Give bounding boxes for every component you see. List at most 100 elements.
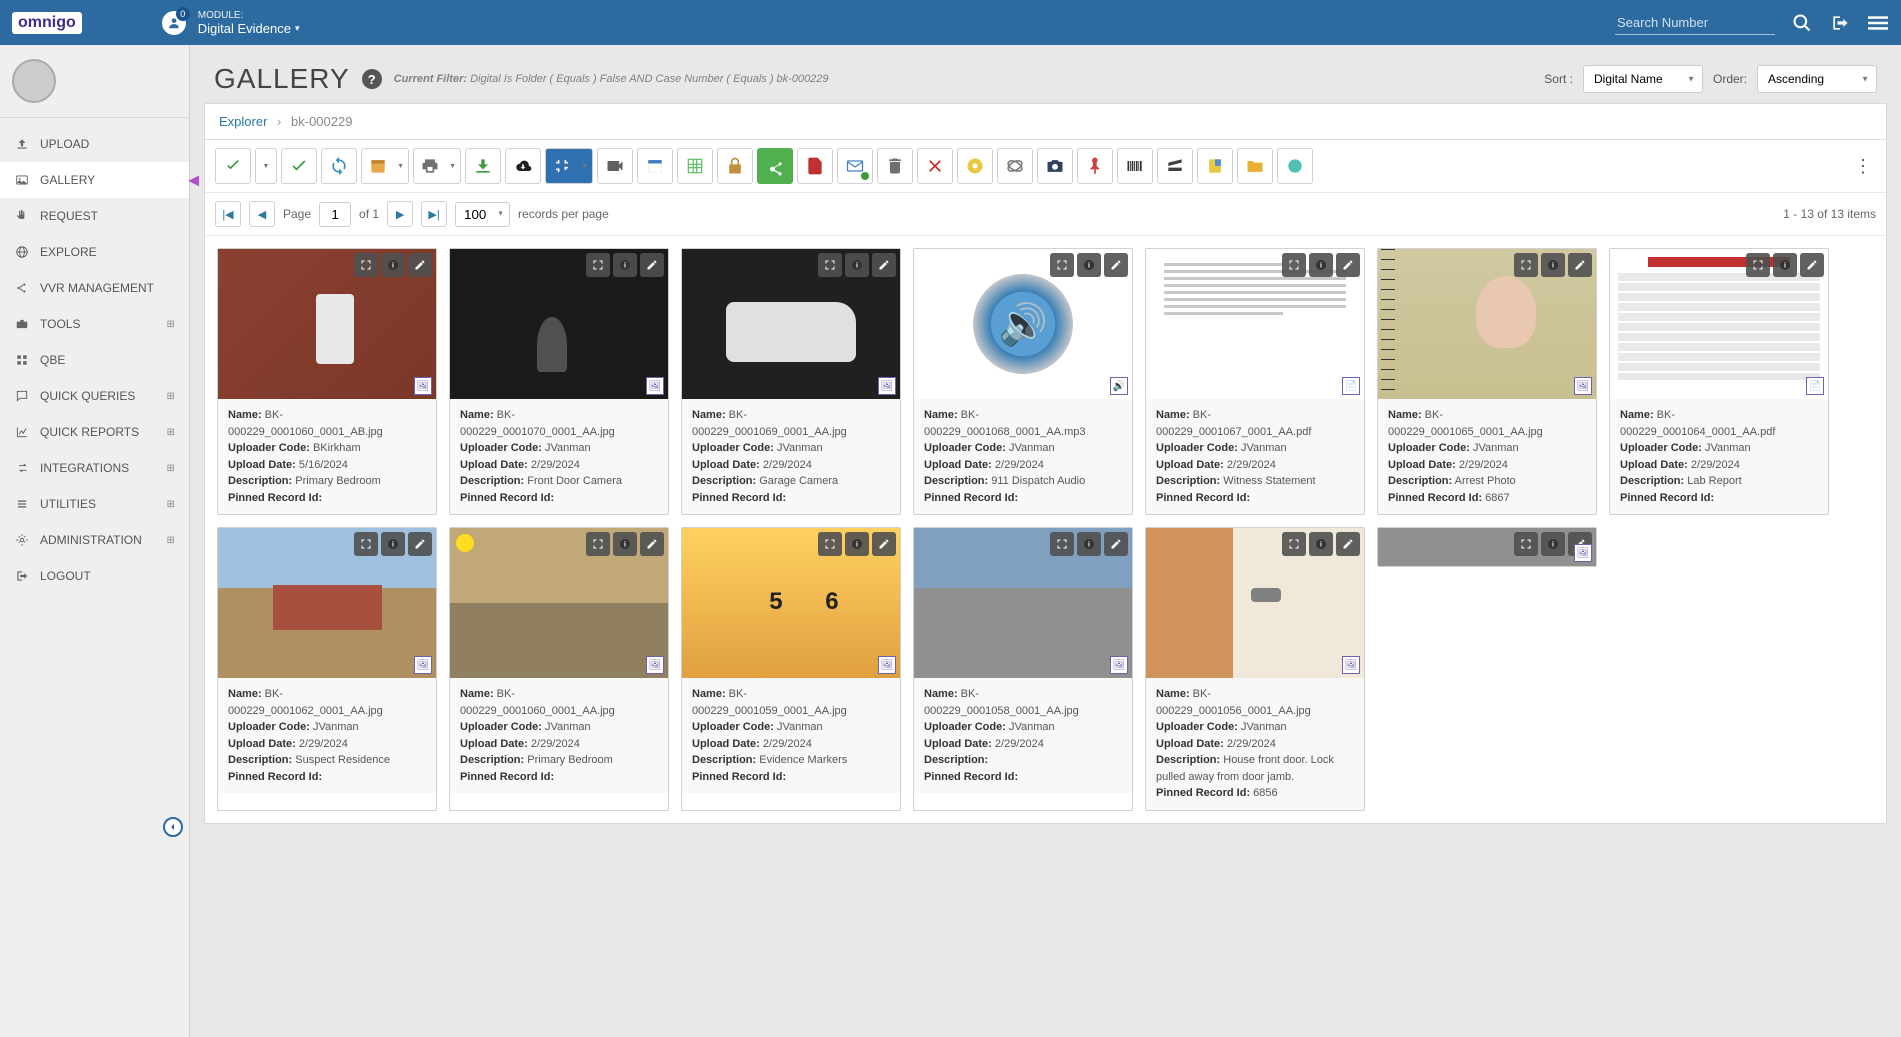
sidebar-item-tools[interactable]: TOOLS ⊞ (0, 306, 189, 342)
card-thumbnail[interactable]: i 🖼 (218, 249, 436, 399)
order-select[interactable]: Ascending (1757, 65, 1877, 93)
edit-icon[interactable] (1104, 253, 1128, 277)
sidebar-item-quick-reports[interactable]: QUICK REPORTS ⊞ (0, 414, 189, 450)
card-thumbnail[interactable]: i 🖼 (450, 528, 668, 678)
link-button[interactable] (997, 148, 1033, 184)
pin-button[interactable] (1077, 148, 1113, 184)
search-icon[interactable] (1791, 12, 1813, 34)
compress-button[interactable] (545, 148, 593, 184)
gallery-card[interactable]: i 📄 Name: BK-000229_0001067_0001_AA.pdf … (1145, 248, 1365, 515)
pager-prev[interactable]: ◀ (249, 201, 275, 227)
sidebar-item-utilities[interactable]: UTILITIES ⊞ (0, 486, 189, 522)
pager-last[interactable]: ▶| (421, 201, 447, 227)
card-thumbnail[interactable]: i 📄 (1146, 249, 1364, 399)
sidebar-item-integrations[interactable]: INTEGRATIONS ⊞ (0, 450, 189, 486)
fullscreen-icon[interactable] (1282, 532, 1306, 556)
edit-icon[interactable] (1336, 532, 1360, 556)
lock-button[interactable] (717, 148, 753, 184)
info-icon[interactable]: i (1077, 253, 1101, 277)
download-button[interactable] (465, 148, 501, 184)
gallery-card[interactable]: i 🖼 Name: BK-000229_0001056_0001_AA.jpg … (1145, 527, 1365, 811)
check-outline-button[interactable] (281, 148, 317, 184)
folder-button[interactable] (1237, 148, 1273, 184)
pager-first[interactable]: |◀ (215, 201, 241, 227)
pagesize-select[interactable]: 100 (455, 202, 510, 227)
sidebar-item-quick-queries[interactable]: QUICK QUERIES ⊞ (0, 378, 189, 414)
card-thumbnail[interactable]: 🔊 i 🔊 (914, 249, 1132, 399)
card-thumbnail[interactable]: i 🖼 (682, 249, 900, 399)
fullscreen-icon[interactable] (1050, 253, 1074, 277)
edit-icon[interactable] (1800, 253, 1824, 277)
fullscreen-icon[interactable] (818, 532, 842, 556)
card-thumbnail[interactable]: i 📄 (1610, 249, 1828, 399)
card-thumbnail[interactable]: i 🖼 (914, 528, 1132, 678)
card-thumbnail[interactable]: i 🖼 (1378, 249, 1596, 399)
info-icon[interactable]: i (1773, 253, 1797, 277)
sidebar-item-vvr-management[interactable]: VVR MANAGEMENT (0, 270, 189, 306)
pager-next[interactable]: ▶ (387, 201, 413, 227)
info-icon[interactable]: i (845, 253, 869, 277)
camera-photo-button[interactable] (1037, 148, 1073, 184)
scanner-button[interactable] (1157, 148, 1193, 184)
info-icon[interactable]: i (613, 532, 637, 556)
calendar-alt-button[interactable] (637, 148, 673, 184)
avatar[interactable] (12, 59, 56, 103)
info-icon[interactable]: i (381, 253, 405, 277)
edit-icon[interactable] (408, 253, 432, 277)
disc-button[interactable] (957, 148, 993, 184)
sidebar-item-administration[interactable]: ADMINISTRATION ⊞ (0, 522, 189, 558)
card-thumbnail[interactable]: i 🖼 (1378, 528, 1596, 566)
info-icon[interactable]: i (1309, 253, 1333, 277)
sidebar-item-upload[interactable]: UPLOAD (0, 126, 189, 162)
edit-icon[interactable] (1336, 253, 1360, 277)
fullscreen-icon[interactable] (1746, 253, 1770, 277)
edit-icon[interactable] (872, 532, 896, 556)
logout-icon[interactable] (1829, 12, 1851, 34)
circle-button[interactable] (1277, 148, 1313, 184)
gallery-card[interactable]: i 📄 Name: BK-000229_0001064_0001_AA.pdf … (1609, 248, 1829, 515)
breadcrumb-root[interactable]: Explorer (219, 114, 267, 129)
sidebar-item-qbe[interactable]: QBE (0, 342, 189, 378)
note-button[interactable] (1197, 148, 1233, 184)
check-dropdown[interactable] (255, 148, 277, 184)
card-thumbnail[interactable]: i 🖼 (218, 528, 436, 678)
barcode-button[interactable] (1117, 148, 1153, 184)
gallery-card[interactable]: i 🖼 Name: BK-000229_0001060_0001_AB.jpg … (217, 248, 437, 515)
info-icon[interactable]: i (1077, 532, 1101, 556)
info-icon[interactable]: i (381, 532, 405, 556)
sidebar-item-gallery[interactable]: GALLERY ◀ (0, 162, 189, 198)
gallery-card[interactable]: i 🖼 Name: BK-000229_0001058_0001_AA.jpg … (913, 527, 1133, 811)
gallery-card[interactable]: i 🖼 Name: BK-000229_0001069_0001_AA.jpg … (681, 248, 901, 515)
calendar-button[interactable] (361, 148, 409, 184)
share-button[interactable] (757, 148, 793, 184)
edit-icon[interactable] (640, 532, 664, 556)
pdf-button[interactable] (797, 148, 833, 184)
sidebar-item-request[interactable]: REQUEST (0, 198, 189, 234)
camera-button[interactable] (597, 148, 633, 184)
info-icon[interactable]: i (1541, 532, 1565, 556)
gallery-card[interactable]: i 🖼 Name: BK-000229_0001059_0001_AA.jpg … (681, 527, 901, 811)
edit-icon[interactable] (1104, 532, 1128, 556)
sort-select[interactable]: Digital Name (1583, 65, 1703, 93)
gallery-card[interactable]: i 🖼 (1377, 527, 1597, 567)
fullscreen-icon[interactable] (586, 253, 610, 277)
check-button[interactable] (215, 148, 251, 184)
delete-button[interactable] (917, 148, 953, 184)
edit-icon[interactable] (872, 253, 896, 277)
card-thumbnail[interactable]: i 🖼 (682, 528, 900, 678)
info-icon[interactable]: i (1309, 532, 1333, 556)
edit-icon[interactable] (408, 532, 432, 556)
fullscreen-icon[interactable] (1514, 253, 1538, 277)
page-input[interactable] (319, 202, 351, 227)
sidebar-item-logout[interactable]: LOGOUT (0, 558, 189, 594)
mail-button[interactable] (837, 148, 873, 184)
fullscreen-icon[interactable] (354, 532, 378, 556)
sidebar-item-explore[interactable]: EXPLORE (0, 234, 189, 270)
user-menu[interactable]: 0 (162, 11, 186, 35)
help-icon[interactable]: ? (362, 69, 382, 89)
info-icon[interactable]: i (845, 532, 869, 556)
refresh-button[interactable] (321, 148, 357, 184)
fullscreen-icon[interactable] (354, 253, 378, 277)
fullscreen-icon[interactable] (818, 253, 842, 277)
print-button[interactable] (413, 148, 461, 184)
